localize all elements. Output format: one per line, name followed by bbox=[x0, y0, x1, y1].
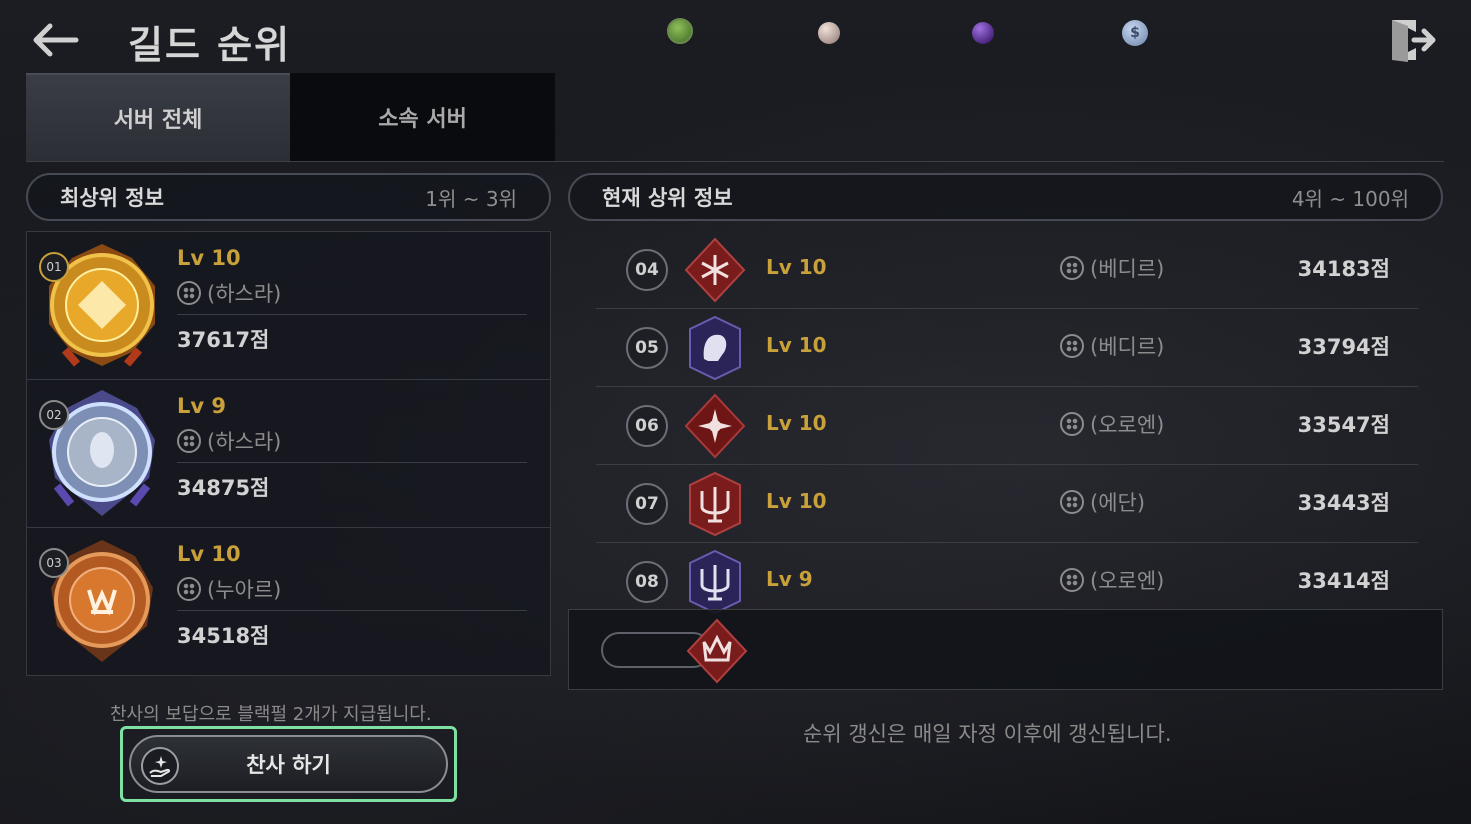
guild-server: (베디르) bbox=[1060, 331, 1164, 361]
row-divider bbox=[177, 462, 527, 463]
back-arrow-icon bbox=[33, 23, 79, 57]
rank-row[interactable]: 06 Lv 10 (오로엔) 33547점 bbox=[596, 387, 1418, 465]
server-icon bbox=[177, 577, 201, 601]
guild-server: (하스라) bbox=[177, 278, 281, 308]
rank-row[interactable]: 08 Lv 9 (오로엔) 33414점 bbox=[596, 543, 1418, 615]
tab-affiliated-server[interactable]: 소속 서버 bbox=[290, 73, 555, 161]
rank-badge: 03 bbox=[39, 548, 69, 578]
guild-server: (에단) bbox=[1060, 487, 1145, 517]
trident-emblem-icon bbox=[689, 471, 741, 537]
cheer-button-frame: 찬사 하기 bbox=[120, 726, 457, 802]
top3-panel: 01 Lv 10 (하스라) 37617점 02 Lv 9 (하스라) 3487… bbox=[26, 231, 551, 676]
guild-server: (하스라) bbox=[177, 426, 281, 456]
server-name: (하스라) bbox=[207, 282, 282, 306]
top3-row[interactable]: 01 Lv 10 (하스라) 37617점 bbox=[27, 232, 550, 380]
tab-all-servers[interactable]: 서버 전체 bbox=[26, 73, 290, 161]
server-icon bbox=[177, 281, 201, 305]
guild-level: Lv 9 bbox=[177, 394, 226, 418]
guild-server: (베디르) bbox=[1060, 253, 1164, 283]
server-icon bbox=[1060, 490, 1084, 514]
list-section-header: 현재 상위 정보 4위 ~ 100위 bbox=[568, 173, 1443, 221]
guild-level: Lv 9 bbox=[766, 567, 813, 591]
rank-row[interactable]: 05 Lv 10 (베디르) 33794점 bbox=[596, 309, 1418, 387]
cheer-notice: 찬사의 보답으로 블랙펄 2개가 지급됩니다. bbox=[110, 704, 432, 725]
guild-score: 33794점 bbox=[1297, 335, 1390, 359]
snowflake-emblem-icon bbox=[684, 237, 746, 303]
rank-row[interactable]: 04 Lv 10 (베디르) 34183점 bbox=[596, 231, 1418, 309]
row-divider bbox=[177, 314, 527, 315]
helmet-emblem-icon bbox=[689, 315, 741, 381]
top-section-title: 최상위 정보 bbox=[60, 186, 164, 210]
top3-row[interactable]: 02 Lv 9 (하스라) 34875점 bbox=[27, 380, 550, 528]
exit-door-icon bbox=[1392, 20, 1436, 62]
guild-level: Lv 10 bbox=[766, 255, 827, 279]
page-title: 길드 순위 bbox=[128, 23, 292, 67]
pearl-icon[interactable] bbox=[818, 22, 840, 44]
rank-badge: 02 bbox=[39, 400, 69, 430]
guild-score: 34875점 bbox=[177, 476, 270, 500]
green-coin-icon[interactable] bbox=[667, 18, 693, 44]
guild-level: Lv 10 bbox=[766, 411, 827, 435]
server-name: (오로엔) bbox=[1090, 569, 1165, 593]
guild-score: 34183점 bbox=[1297, 257, 1390, 281]
top-section-range: 1위 ~ 3위 bbox=[425, 186, 517, 211]
top-section-header: 최상위 정보 1위 ~ 3위 bbox=[26, 173, 551, 221]
guild-score: 33414점 bbox=[1297, 569, 1390, 593]
tab-divider bbox=[26, 161, 1444, 162]
guild-level: Lv 10 bbox=[177, 542, 241, 566]
server-icon bbox=[1060, 334, 1084, 358]
server-name: (오로엔) bbox=[1090, 413, 1165, 437]
purple-orb-icon[interactable] bbox=[972, 22, 994, 44]
guild-server: (오로엔) bbox=[1060, 565, 1164, 595]
server-name: (베디르) bbox=[1090, 335, 1165, 359]
guild-score: 37617점 bbox=[177, 328, 270, 352]
back-button[interactable] bbox=[28, 18, 84, 62]
guild-server: (오로엔) bbox=[1060, 409, 1164, 439]
top3-row[interactable]: 03 Lv 10 (누아르) 34518점 bbox=[27, 528, 550, 676]
exit-button[interactable] bbox=[1386, 16, 1438, 64]
guild-level: Lv 10 bbox=[766, 333, 827, 357]
update-notice: 순위 갱신은 매일 자정 이후에 갱신됩니다. bbox=[803, 722, 1172, 746]
cheer-button-label: 찬사 하기 bbox=[246, 753, 331, 777]
hand-sparkle-icon bbox=[141, 747, 179, 785]
crown-emblem-icon bbox=[686, 618, 748, 684]
rank-number: 05 bbox=[626, 327, 668, 369]
list-section-title: 현재 상위 정보 bbox=[602, 186, 733, 210]
server-icon bbox=[177, 429, 201, 453]
server-name: (베디르) bbox=[1090, 257, 1165, 281]
server-icon bbox=[1060, 412, 1084, 436]
server-name: (하스라) bbox=[207, 430, 282, 454]
guild-level: Lv 10 bbox=[766, 489, 827, 513]
guild-level: Lv 10 bbox=[177, 246, 241, 270]
rank-row[interactable]: 07 Lv 10 (에단) 33443점 bbox=[596, 465, 1418, 543]
cheer-button[interactable]: 찬사 하기 bbox=[129, 735, 448, 793]
rank-number: 07 bbox=[626, 483, 668, 525]
flower-emblem-icon bbox=[684, 393, 746, 459]
rank-number: 04 bbox=[626, 249, 668, 291]
server-icon bbox=[1060, 256, 1084, 280]
server-icon bbox=[1060, 568, 1084, 592]
rank-number: 06 bbox=[626, 405, 668, 447]
row-divider bbox=[177, 610, 527, 611]
guild-score: 33547점 bbox=[1297, 413, 1390, 437]
list-section-range: 4위 ~ 100위 bbox=[1291, 186, 1409, 211]
guild-server: (누아르) bbox=[177, 574, 281, 604]
trident-purple-emblem-icon bbox=[689, 549, 741, 615]
rank-number: 08 bbox=[626, 561, 668, 603]
rank-badge: 01 bbox=[39, 252, 69, 282]
silver-coin-icon[interactable]: $ bbox=[1122, 20, 1148, 46]
server-name: (누아르) bbox=[207, 578, 282, 602]
server-name: (에단) bbox=[1090, 491, 1146, 515]
guild-score: 34518점 bbox=[177, 624, 270, 648]
guild-score: 33443점 bbox=[1297, 491, 1390, 515]
my-guild-row[interactable] bbox=[568, 609, 1443, 690]
